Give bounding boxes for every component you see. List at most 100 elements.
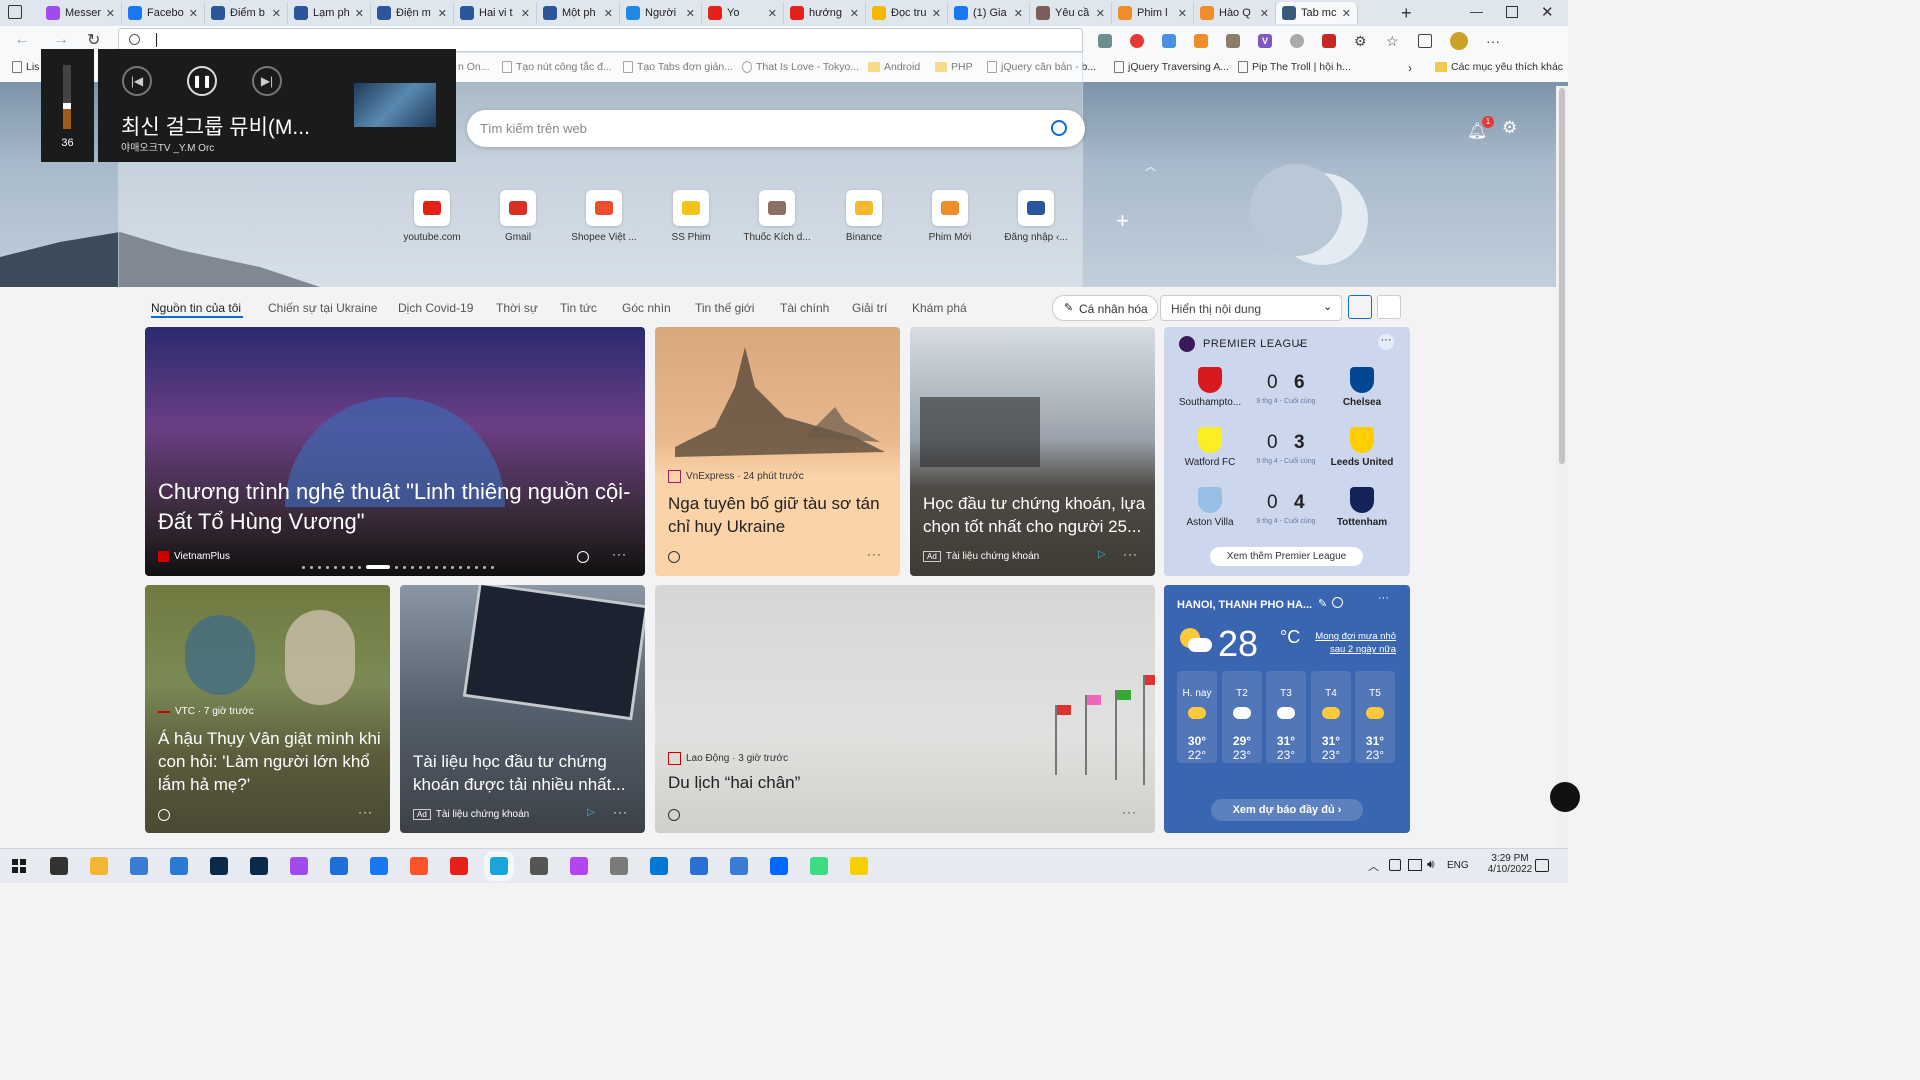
play-icon[interactable]: ▷	[587, 807, 595, 818]
reaction-icon[interactable]	[577, 551, 589, 563]
weather-settings-icon[interactable]	[1332, 597, 1343, 608]
pause-icon[interactable]: ❚❚	[187, 66, 217, 96]
close-tab-icon[interactable]: ✕	[604, 7, 613, 20]
scrollbar[interactable]	[1556, 86, 1568, 848]
store-icon[interactable]	[130, 857, 148, 875]
close-tab-icon[interactable]: ✕	[438, 7, 447, 20]
scrollbar-thumb[interactable]	[1559, 88, 1565, 464]
notification-center-icon[interactable]	[1535, 859, 1549, 872]
more-options-icon[interactable]: ···	[1123, 547, 1138, 561]
content-display-select[interactable]: Hiển thị nội dung ⌄	[1160, 295, 1342, 321]
feed-tab[interactable]: Dịch Covid-19	[398, 301, 473, 315]
forecast-day[interactable]: T2 29° 23°	[1222, 671, 1262, 763]
extension-icon[interactable]	[1162, 34, 1176, 48]
back-button[interactable]: ←	[14, 31, 30, 49]
feed-tab[interactable]: Nguồn tin của tôi	[151, 301, 241, 315]
close-tab-icon[interactable]: ✕	[850, 7, 859, 20]
photoshop-icon[interactable]	[210, 857, 228, 875]
address-input[interactable]	[151, 31, 1055, 51]
extensions-icon[interactable]: ⚙	[1354, 34, 1368, 48]
phpstorm-icon[interactable]	[570, 857, 588, 875]
youtube-icon[interactable]	[450, 857, 468, 875]
reaction-icon[interactable]	[158, 809, 170, 821]
lightroom-icon[interactable]	[250, 857, 268, 875]
sidebar-toggle-button[interactable]	[1550, 782, 1580, 812]
feed-tab[interactable]: Thời sự	[496, 301, 538, 315]
quick-link[interactable]: Thuốc Kích d...	[737, 190, 817, 243]
tab[interactable]: Điện m ✕	[371, 2, 454, 24]
close-tab-icon[interactable]: ✕	[1342, 7, 1351, 20]
tab[interactable]: Yo ✕	[702, 2, 784, 24]
news-card[interactable]: Lao Động · 3 giờ trước Du lịch “hai chân…	[655, 585, 1155, 833]
close-window-button[interactable]: ✕	[1541, 3, 1554, 21]
tab[interactable]: Facebo ✕	[122, 2, 205, 24]
close-tab-icon[interactable]: ✕	[106, 7, 115, 20]
file-explorer-icon[interactable]	[90, 857, 108, 875]
edit-location-icon[interactable]: ✎	[1318, 597, 1327, 610]
add-shortcut-button[interactable]: +	[1116, 208, 1129, 234]
quick-link[interactable]: youtube.com	[392, 190, 472, 243]
close-tab-icon[interactable]: ✕	[768, 7, 777, 20]
translate-icon[interactable]	[730, 857, 748, 875]
more-options-icon[interactable]: ···	[1378, 334, 1394, 350]
more-options-icon[interactable]: ···	[612, 547, 627, 561]
quick-link[interactable]: Đăng nhập ‹...	[996, 190, 1076, 243]
forecast-day[interactable]: T3 31° 23°	[1266, 671, 1306, 763]
volume-thumb[interactable]	[63, 102, 71, 109]
network-icon[interactable]	[1408, 859, 1422, 871]
feed-tab[interactable]: Giải trí	[852, 301, 887, 315]
feed-tab[interactable]: Góc nhìn	[622, 301, 671, 315]
new-tab-button[interactable]: +	[1401, 3, 1412, 24]
extension-icon[interactable]	[1290, 34, 1304, 48]
favorites-icon[interactable]: ☆	[1386, 34, 1400, 48]
feed-tab[interactable]: Tin thế giới	[695, 301, 754, 315]
tab[interactable]: Messer ✕	[40, 2, 122, 24]
forecast-day[interactable]: T5 31° 23°	[1355, 671, 1395, 763]
web-search-box[interactable]: Tìm kiếm trên web	[467, 110, 1085, 147]
close-tab-icon[interactable]: ✕	[355, 7, 364, 20]
profile-avatar[interactable]	[1450, 32, 1468, 50]
forecast-day[interactable]: T4 31° 23°	[1311, 671, 1351, 763]
zalo-icon[interactable]	[770, 857, 788, 875]
tab[interactable]: Hào Q ✕	[1194, 2, 1276, 24]
extension-icon[interactable]	[1194, 34, 1208, 48]
collections-icon[interactable]	[1418, 34, 1432, 48]
quick-link[interactable]: Phim Mới	[910, 190, 990, 243]
feed-tab[interactable]: Tin tức	[560, 301, 597, 315]
tab-actions-icon[interactable]	[8, 5, 22, 19]
tab[interactable]: Lạm ph ✕	[288, 2, 371, 24]
close-tab-icon[interactable]: ✕	[1014, 7, 1023, 20]
more-options-icon[interactable]: ···	[1378, 592, 1389, 604]
extension-icon[interactable]	[1098, 34, 1112, 48]
reaction-icon[interactable]	[668, 551, 680, 563]
settings-gear-icon[interactable]: ⚙	[1502, 118, 1517, 138]
minimize-button[interactable]: —	[1470, 4, 1483, 19]
tab[interactable]: Yêu cầ ✕	[1030, 2, 1112, 24]
tab[interactable]: Hai vi t ✕	[454, 2, 537, 24]
close-tab-icon[interactable]: ✕	[1178, 7, 1187, 20]
tab[interactable]: Một ph ✕	[537, 2, 620, 24]
more-options-icon[interactable]: ···	[1122, 805, 1137, 819]
extension-icon[interactable]	[1322, 34, 1336, 48]
extension-icon[interactable]: V	[1258, 34, 1272, 48]
maps-icon[interactable]	[330, 857, 348, 875]
clock[interactable]: 3:29 PM 4/10/2022	[1482, 853, 1538, 875]
bookmark-item[interactable]: Lis	[12, 61, 39, 73]
tab[interactable]: Phim l ✕	[1112, 2, 1194, 24]
forecast-day[interactable]: H. nay 30° 22°	[1177, 671, 1217, 763]
bookmark-item[interactable]: Pip The Troll | hội h...	[1238, 61, 1351, 73]
edge-icon[interactable]	[484, 851, 514, 881]
tab[interactable]: Tab mc ✕	[1276, 2, 1358, 24]
refresh-button[interactable]: ↻	[87, 30, 100, 50]
feed-tab[interactable]: Chiến sự tại Ukraine	[268, 301, 377, 315]
forward-button[interactable]: →	[53, 31, 69, 49]
tab[interactable]: (1) Gia ✕	[948, 2, 1030, 24]
quick-link[interactable]: Gmail	[478, 190, 558, 243]
vscode-icon[interactable]	[650, 857, 668, 875]
personalize-button[interactable]: ✎ Cá nhân hóa	[1052, 295, 1158, 321]
more-options-icon[interactable]: ···	[358, 805, 373, 819]
volume-icon[interactable]: 🔊︎	[1427, 857, 1435, 872]
news-card[interactable]: VTC · 7 giờ trước Á hậu Thụy Vân giật mì…	[145, 585, 390, 833]
unity-icon[interactable]	[530, 857, 548, 875]
news-card[interactable]: Học đầu tư chứng khoán, lựa chọn tốt nhấ…	[910, 327, 1155, 576]
